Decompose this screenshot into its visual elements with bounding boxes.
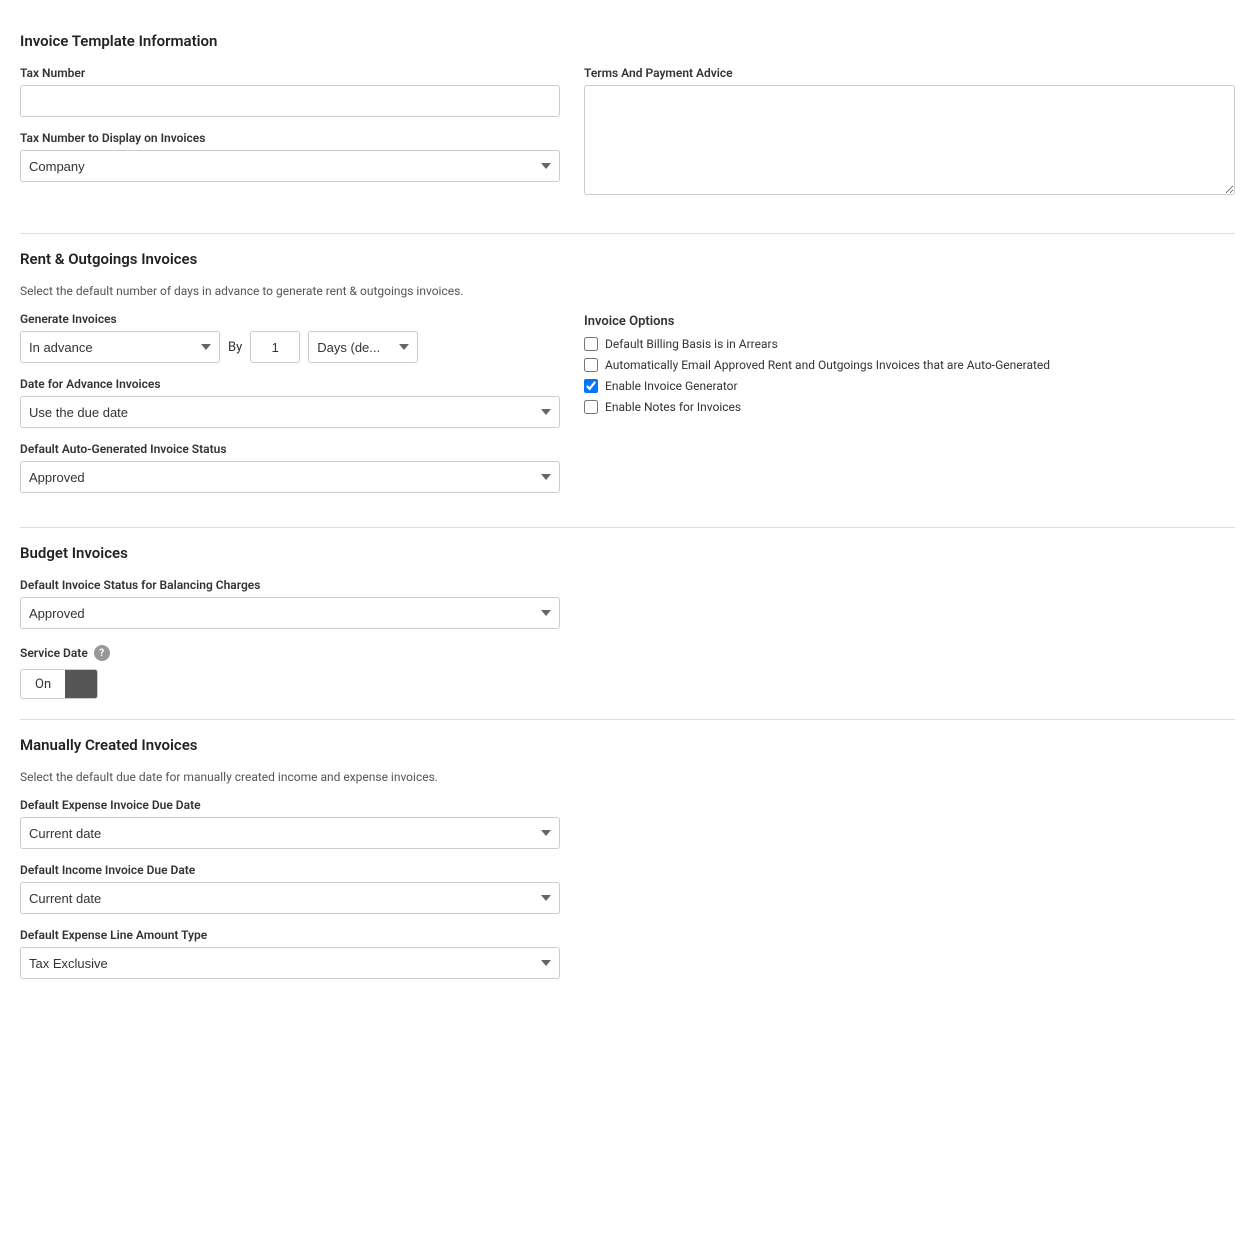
tax-number-display-select[interactable]: Company Individual None [20,150,560,182]
balancing-status-group: Default Invoice Status for Balancing Cha… [20,578,560,629]
expense-line-amount-label: Default Expense Line Amount Type [20,928,560,942]
checkbox-enable-generator-item: Enable Invoice Generator [584,379,1235,393]
auto-generated-status-group: Default Auto-Generated Invoice Status Ap… [20,442,560,493]
budget-left: Default Invoice Status for Balancing Cha… [20,578,560,699]
checkbox-auto-email[interactable] [584,358,598,372]
checkbox-enable-notes[interactable] [584,400,598,414]
terms-group: Terms And Payment Advice [584,66,1235,199]
checkbox-enable-notes-item: Enable Notes for Invoices [584,400,1235,414]
toggle-switch[interactable] [65,670,97,698]
expense-due-date-label: Default Expense Invoice Due Date [20,798,560,812]
income-due-date-group: Default Income Invoice Due Date Current … [20,863,560,914]
auto-generated-status-label: Default Auto-Generated Invoice Status [20,442,560,456]
checkbox-auto-email-item: Automatically Email Approved Rent and Ou… [584,358,1235,372]
income-due-date-label: Default Income Invoice Due Date [20,863,560,877]
service-date-help-icon[interactable]: ? [94,645,110,661]
manually-created-title: Manually Created Invoices [20,736,1235,754]
invoice-options: Invoice Options Default Billing Basis is… [584,314,1235,507]
service-date-label-row: Service Date ? [20,645,560,661]
days-select[interactable]: Days (de... Weeks Months [308,331,418,363]
days-number-input[interactable] [250,331,300,363]
checkbox-billing-basis-item: Default Billing Basis is in Arrears [584,337,1235,351]
service-date-section: Service Date ? On [20,645,560,699]
income-due-date-select[interactable]: Current date Invoice date None [20,882,560,914]
date-advance-select[interactable]: Use the due date Start of period End of … [20,396,560,428]
generate-invoices-row: In advance In arrears By Days (de... Wee… [20,331,560,363]
manually-created-desc: Select the default due date for manually… [20,770,1235,784]
generate-invoices-label: Generate Invoices [20,312,560,326]
checkbox-enable-generator[interactable] [584,379,598,393]
auto-generated-status-select[interactable]: Approved Draft Pending [20,461,560,493]
balancing-status-label: Default Invoice Status for Balancing Cha… [20,578,560,592]
checkbox-billing-basis-label: Default Billing Basis is in Arrears [605,337,778,351]
checkbox-enable-generator-label: Enable Invoice Generator [605,379,738,393]
expense-line-amount-group: Default Expense Line Amount Type Tax Exc… [20,928,560,979]
invoice-options-title: Invoice Options [584,314,1235,329]
tax-number-label: Tax Number [20,66,560,80]
generate-invoices-select[interactable]: In advance In arrears [20,331,220,363]
rent-outgoings-section: Rent & Outgoings Invoices Select the def… [20,234,1235,528]
invoice-template-title: Invoice Template Information [20,32,1235,50]
tax-number-input[interactable] [20,85,560,117]
tax-number-display-group: Tax Number to Display on Invoices Compan… [20,131,560,182]
toggle-on-label: On [21,672,65,697]
checkbox-auto-email-label: Automatically Email Approved Rent and Ou… [605,358,1050,372]
rent-outgoings-title: Rent & Outgoings Invoices [20,250,1235,268]
service-date-label: Service Date [20,646,88,660]
checkbox-billing-basis[interactable] [584,337,598,351]
terms-textarea[interactable] [584,85,1235,195]
tax-number-group: Tax Number [20,66,560,117]
by-label: By [228,340,242,355]
invoice-template-section: Invoice Template Information Tax Number … [20,16,1235,234]
date-advance-label: Date for Advance Invoices [20,377,560,391]
expense-line-amount-select[interactable]: Tax Exclusive Tax Inclusive No Tax [20,947,560,979]
date-advance-group: Date for Advance Invoices Use the due da… [20,377,560,428]
manually-created-section: Manually Created Invoices Select the def… [20,720,1235,1013]
budget-invoices-title: Budget Invoices [20,544,1235,562]
checkbox-enable-notes-label: Enable Notes for Invoices [605,400,741,414]
manually-created-left: Default Expense Invoice Due Date Current… [20,798,560,993]
invoice-template-left: Tax Number Tax Number to Display on Invo… [20,66,560,213]
budget-invoices-section: Budget Invoices Default Invoice Status f… [20,528,1235,720]
rent-outgoings-left: Generate Invoices In advance In arrears … [20,312,560,507]
terms-label: Terms And Payment Advice [584,66,1235,80]
tax-number-display-label: Tax Number to Display on Invoices [20,131,560,145]
balancing-status-select[interactable]: Approved Draft Pending [20,597,560,629]
generate-invoices-group: Generate Invoices In advance In arrears … [20,312,560,363]
expense-due-date-group: Default Expense Invoice Due Date Current… [20,798,560,849]
expense-due-date-select[interactable]: Current date Invoice date None [20,817,560,849]
invoice-template-right: Terms And Payment Advice [584,66,1235,213]
rent-outgoings-desc: Select the default number of days in adv… [20,284,1235,298]
service-date-toggle[interactable]: On [20,669,98,699]
